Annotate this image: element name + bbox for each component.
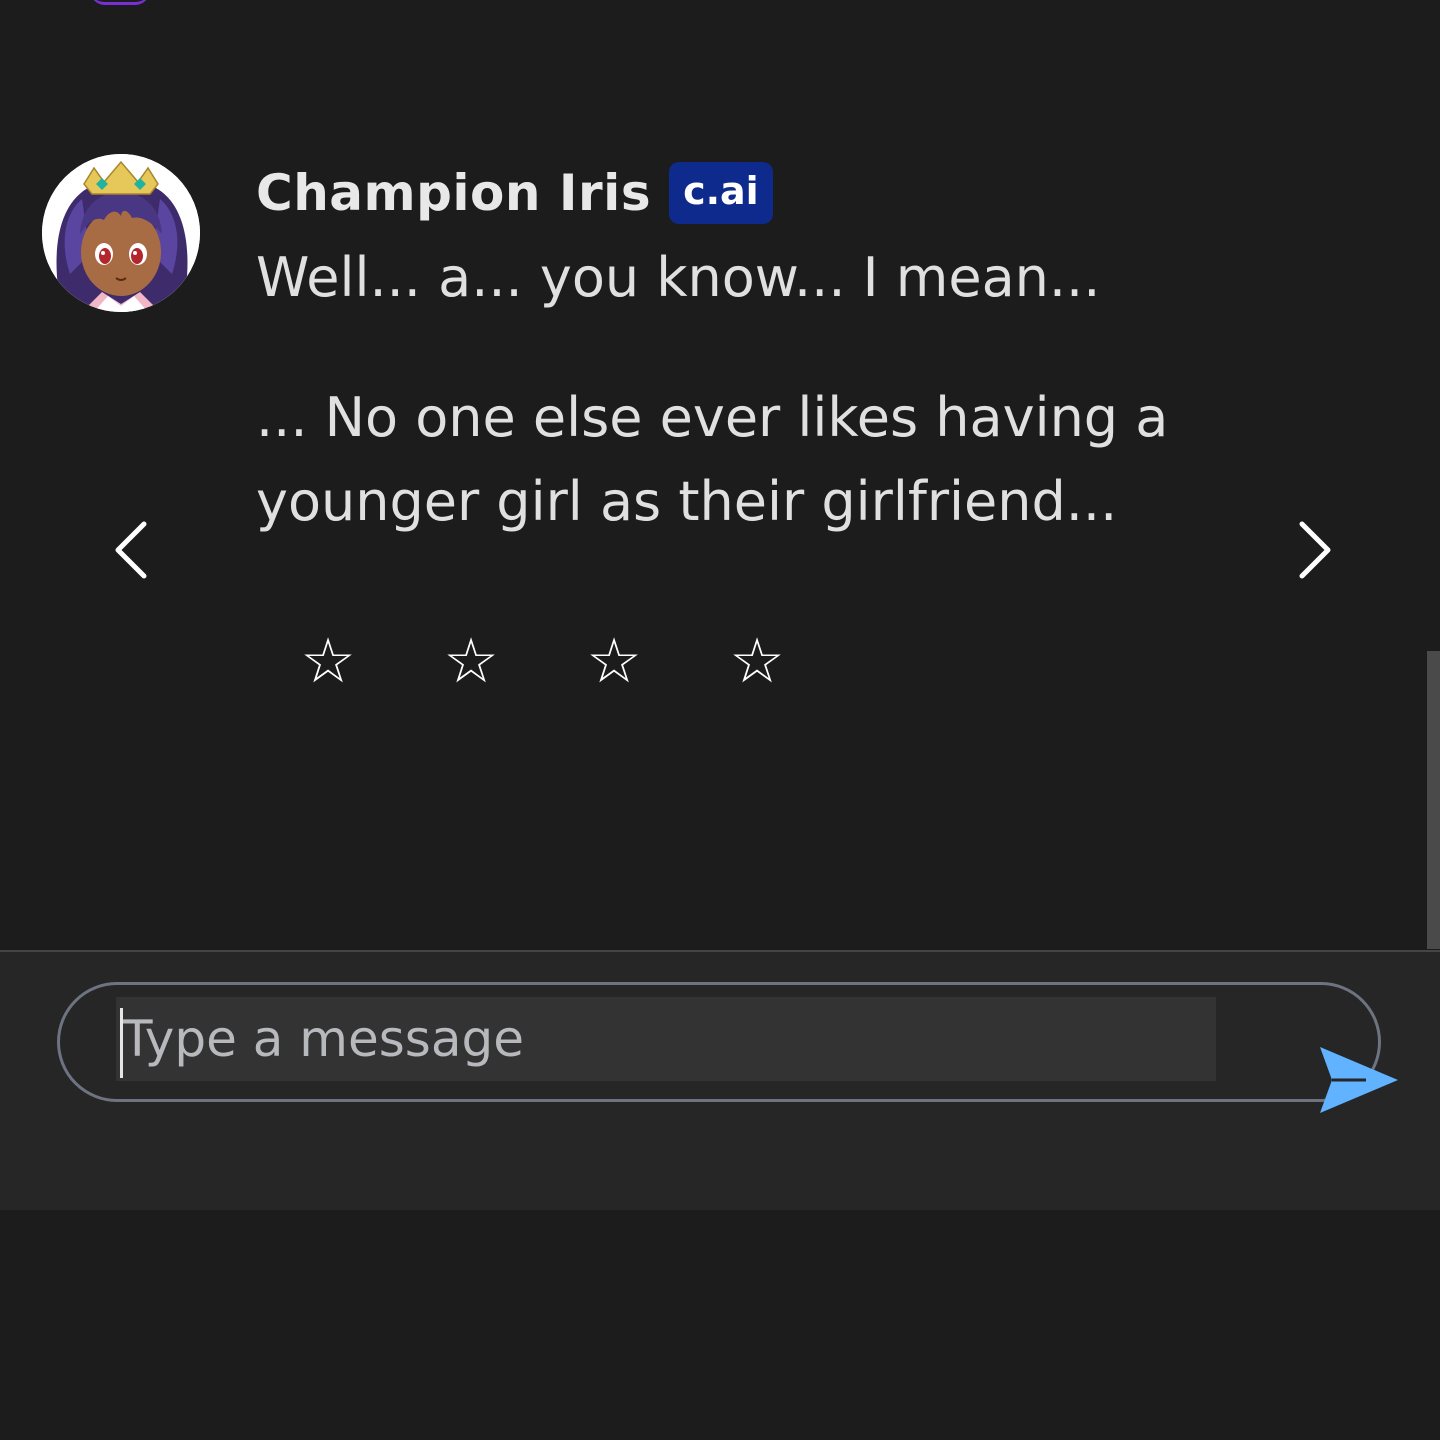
chevron-right-icon	[1299, 521, 1331, 579]
message-paragraph: Well... a... you know... I mean...	[256, 246, 1101, 309]
previous-avatar-edge	[90, 0, 150, 5]
star-outline-icon[interactable]: ☆	[725, 626, 789, 696]
message-composer	[0, 950, 1440, 1212]
next-response-button[interactable]	[1284, 518, 1344, 582]
send-button[interactable]	[1316, 1043, 1402, 1117]
sender-name[interactable]: Champion Iris	[256, 164, 651, 222]
message-paragraph: ... No one else ever likes having a youn…	[256, 386, 1169, 533]
character-avatar-icon	[42, 154, 200, 312]
star-outline-icon[interactable]: ☆	[439, 626, 503, 696]
star-outline-icon[interactable]: ☆	[582, 626, 646, 696]
previous-response-button[interactable]	[102, 518, 162, 582]
rating-stars: ☆ ☆ ☆ ☆	[296, 626, 868, 696]
chat-page: Champion Iris c.ai Well... a... you know…	[0, 0, 1440, 1440]
message-header: Champion Iris c.ai	[256, 160, 773, 226]
send-icon	[1320, 1047, 1398, 1113]
message-body: Well... a... you know... I mean... ... N…	[256, 236, 1256, 544]
scrollbar-thumb[interactable]	[1427, 651, 1440, 949]
cai-badge: c.ai	[669, 162, 773, 224]
message-input[interactable]	[116, 997, 1216, 1081]
avatar[interactable]	[42, 154, 200, 312]
text-caret	[120, 1008, 123, 1078]
chevron-left-icon	[115, 521, 147, 579]
message-input-shell	[57, 982, 1398, 1113]
star-outline-icon[interactable]: ☆	[296, 626, 360, 696]
bottom-empty-area	[0, 1210, 1440, 1440]
